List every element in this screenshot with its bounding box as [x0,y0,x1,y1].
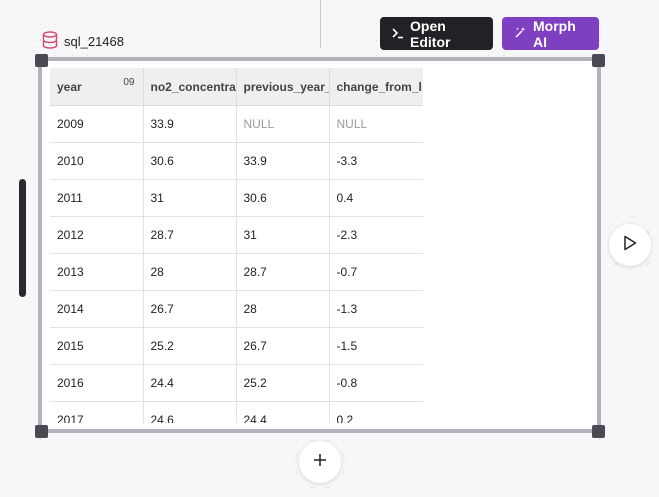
table-cell[interactable]: 2017 [50,401,144,423]
resize-handle-bottom-left[interactable] [35,425,48,438]
resize-handle-top-left[interactable] [35,54,48,67]
table-cell[interactable]: 2009 [50,105,144,143]
table-header-row: year 09 no2_concentration previous_year_… [50,68,423,106]
table-row: 2009 33.9 NULL NULL [50,105,423,143]
connector-line [320,0,321,48]
table-row: 2014 26.7 28 -1.3 [50,290,423,328]
table-cell[interactable]: 0.4 [329,179,423,217]
morph-ai-button[interactable]: Morph AI [502,17,599,50]
table-cell[interactable]: 30.6 [143,142,237,180]
database-icon [42,31,58,52]
table-cell[interactable]: 24.4 [236,401,330,423]
play-icon [623,235,637,256]
table-cell[interactable]: -3.3 [329,142,423,180]
table-cell[interactable]: 25.2 [143,327,237,365]
open-editor-label: Open Editor [410,17,451,50]
open-editor-button[interactable]: Open Editor [380,17,493,50]
table-cell[interactable]: 2011 [50,179,144,217]
table-cell[interactable]: NULL [236,105,330,143]
table-cell[interactable]: 24.6 [143,401,237,423]
table-row: 2015 25.2 26.7 -1.5 [50,327,423,365]
column-header-change-from-last[interactable]: change_from_l [329,68,423,106]
plus-icon [313,453,327,472]
table-cell[interactable]: 25.2 [236,364,330,402]
table-row: 2016 24.4 25.2 -0.8 [50,364,423,402]
run-button[interactable] [609,224,651,266]
table-cell[interactable]: 33.9 [236,142,330,180]
table-cell[interactable]: 24.4 [143,364,237,402]
table-cell[interactable]: 28 [236,290,330,328]
table-cell[interactable]: 28 [143,253,237,291]
table-row: 2010 30.6 33.9 -3.3 [50,142,423,180]
table-cell[interactable]: 28.7 [143,216,237,254]
sparkle-icon [514,26,527,42]
vertical-scrollbar[interactable] [19,179,26,297]
terminal-icon [392,26,404,42]
table-cell[interactable]: 2013 [50,253,144,291]
table-cell[interactable]: 2016 [50,364,144,402]
table-cell[interactable]: NULL [329,105,423,143]
result-table[interactable]: year 09 no2_concentration previous_year_… [50,68,423,423]
table-cell[interactable]: -0.8 [329,364,423,402]
column-header-year[interactable]: year 09 [50,68,144,106]
table-cell[interactable]: 2010 [50,142,144,180]
table-cell[interactable]: 2014 [50,290,144,328]
table-cell[interactable]: 26.7 [236,327,330,365]
table-row: 2012 28.7 31 -2.3 [50,216,423,254]
table-cell[interactable]: 28.7 [236,253,330,291]
table-cell[interactable]: 26.7 [143,290,237,328]
table-cell[interactable]: 31 [236,216,330,254]
node-label: sql_21468 [42,31,124,52]
add-node-button[interactable] [299,441,341,483]
table-cell[interactable]: 2015 [50,327,144,365]
table-cell[interactable]: 31 [143,179,237,217]
table-row: 2011 31 30.6 0.4 [50,179,423,217]
table-cell[interactable]: 2012 [50,216,144,254]
table-cell[interactable]: -1.3 [329,290,423,328]
node-title: sql_21468 [64,34,124,49]
table-row: 2013 28 28.7 -0.7 [50,253,423,291]
table-cell[interactable]: 33.9 [143,105,237,143]
column-header-previous-year[interactable]: previous_year_ [236,68,330,106]
table-cell[interactable]: 0.2 [329,401,423,423]
table-cell[interactable]: -2.3 [329,216,423,254]
table-cell[interactable]: -0.7 [329,253,423,291]
resize-handle-bottom-right[interactable] [592,425,605,438]
column-header-no2-concentration[interactable]: no2_concentration [143,68,237,106]
table-row: 2017 24.6 24.4 0.2 [50,401,423,423]
morph-ai-label: Morph AI [533,17,576,50]
table-cell[interactable]: 30.6 [236,179,330,217]
column-badge: 09 [123,77,135,88]
table-cell[interactable]: -1.5 [329,327,423,365]
resize-handle-top-right[interactable] [592,54,605,67]
